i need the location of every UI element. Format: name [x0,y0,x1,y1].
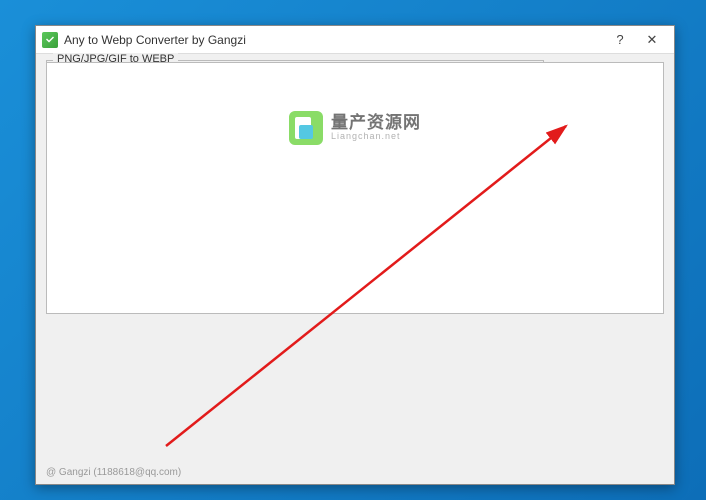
close-button[interactable]: ✕ [636,28,668,52]
watermark-icon [289,111,323,145]
help-button[interactable]: ? [604,28,636,52]
footer-credit: @ Gangzi (1188618@qq.com) [46,467,181,478]
watermark-sub: Liangchan.net [331,132,421,142]
app-window: Any to Webp Converter by Gangzi ? ✕ PNG/… [35,25,675,485]
app-icon [42,32,58,48]
window-controls: ? ✕ [604,28,668,52]
output-log-area: 量产资源网 Liangchan.net [46,62,664,314]
watermark-main: 量产资源网 [331,114,421,133]
watermark: 量产资源网 Liangchan.net [289,111,421,145]
titlebar: Any to Webp Converter by Gangzi ? ✕ [36,26,674,54]
window-title: Any to Webp Converter by Gangzi [64,33,604,47]
